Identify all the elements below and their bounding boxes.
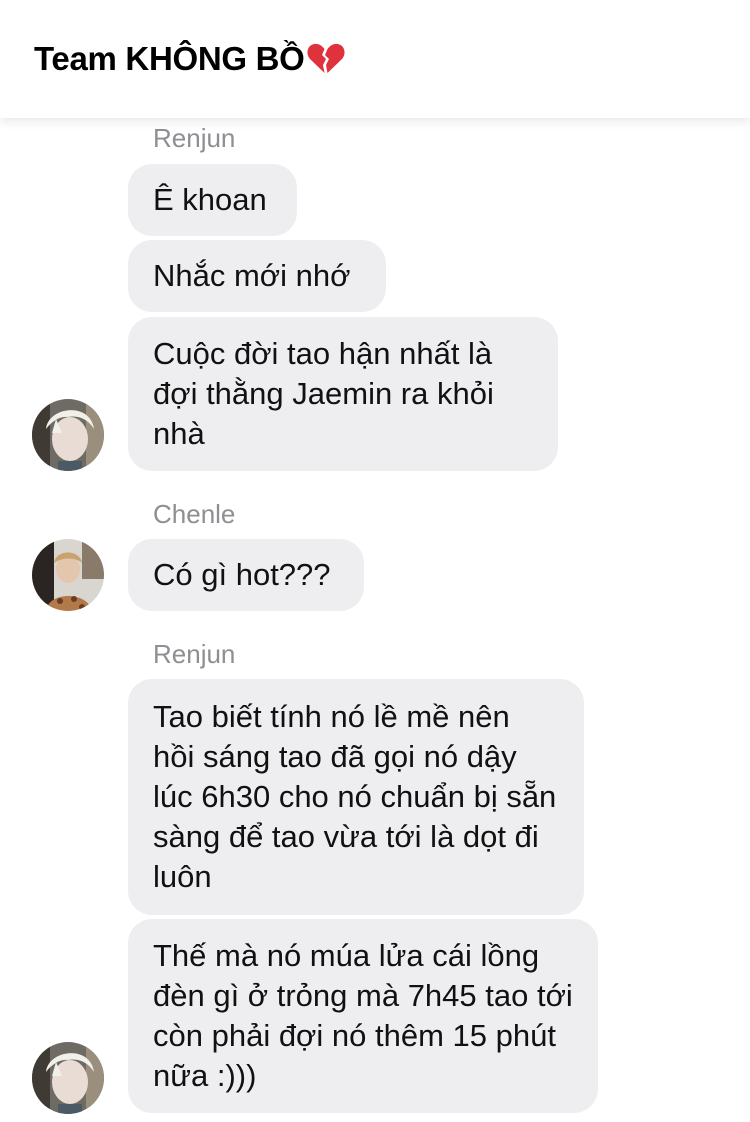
message-text: Cuộc đời tao hận nhất là đợi thằng Jaemi… (153, 336, 494, 451)
message-bubble[interactable]: Cuộc đời tao hận nhất là đợi thằng Jaemi… (128, 317, 558, 471)
sender-name: Renjun (153, 123, 236, 153)
message-text: Tao biết tính nó lề mề nên hồi sáng tao … (153, 699, 557, 894)
message-text: Thế mà nó múa lửa cái lồng đèn gì ở trỏn… (153, 938, 573, 1093)
renjun-avatar[interactable] (32, 399, 104, 471)
message-text: Có gì hot??? (153, 557, 331, 592)
chat-header: Team KHÔNG BỒ (0, 0, 750, 118)
sender-name: Renjun (153, 639, 236, 669)
message-bubble[interactable]: Ê khoan (128, 164, 297, 236)
message-bubble[interactable]: Nhắc mới nhớ (128, 240, 386, 312)
chat-title-text: Team KHÔNG BỒ (34, 40, 305, 77)
message-bubble[interactable]: Có gì hot??? (128, 539, 364, 611)
sender-name: Chenle (153, 499, 236, 529)
chenle-avatar[interactable] (32, 539, 104, 611)
message-text: Nhắc mới nhớ (153, 258, 351, 293)
message-bubble[interactable]: Tao biết tính nó lề mề nên hồi sáng tao … (128, 679, 584, 915)
renjun-avatar[interactable] (32, 1042, 104, 1114)
message-bubble[interactable]: Thế mà nó múa lửa cái lồng đèn gì ở trỏn… (128, 919, 598, 1113)
message-text: Ê khoan (153, 182, 267, 217)
chat-title[interactable]: Team KHÔNG BỒ (34, 40, 345, 78)
broken-heart-icon (307, 42, 345, 76)
